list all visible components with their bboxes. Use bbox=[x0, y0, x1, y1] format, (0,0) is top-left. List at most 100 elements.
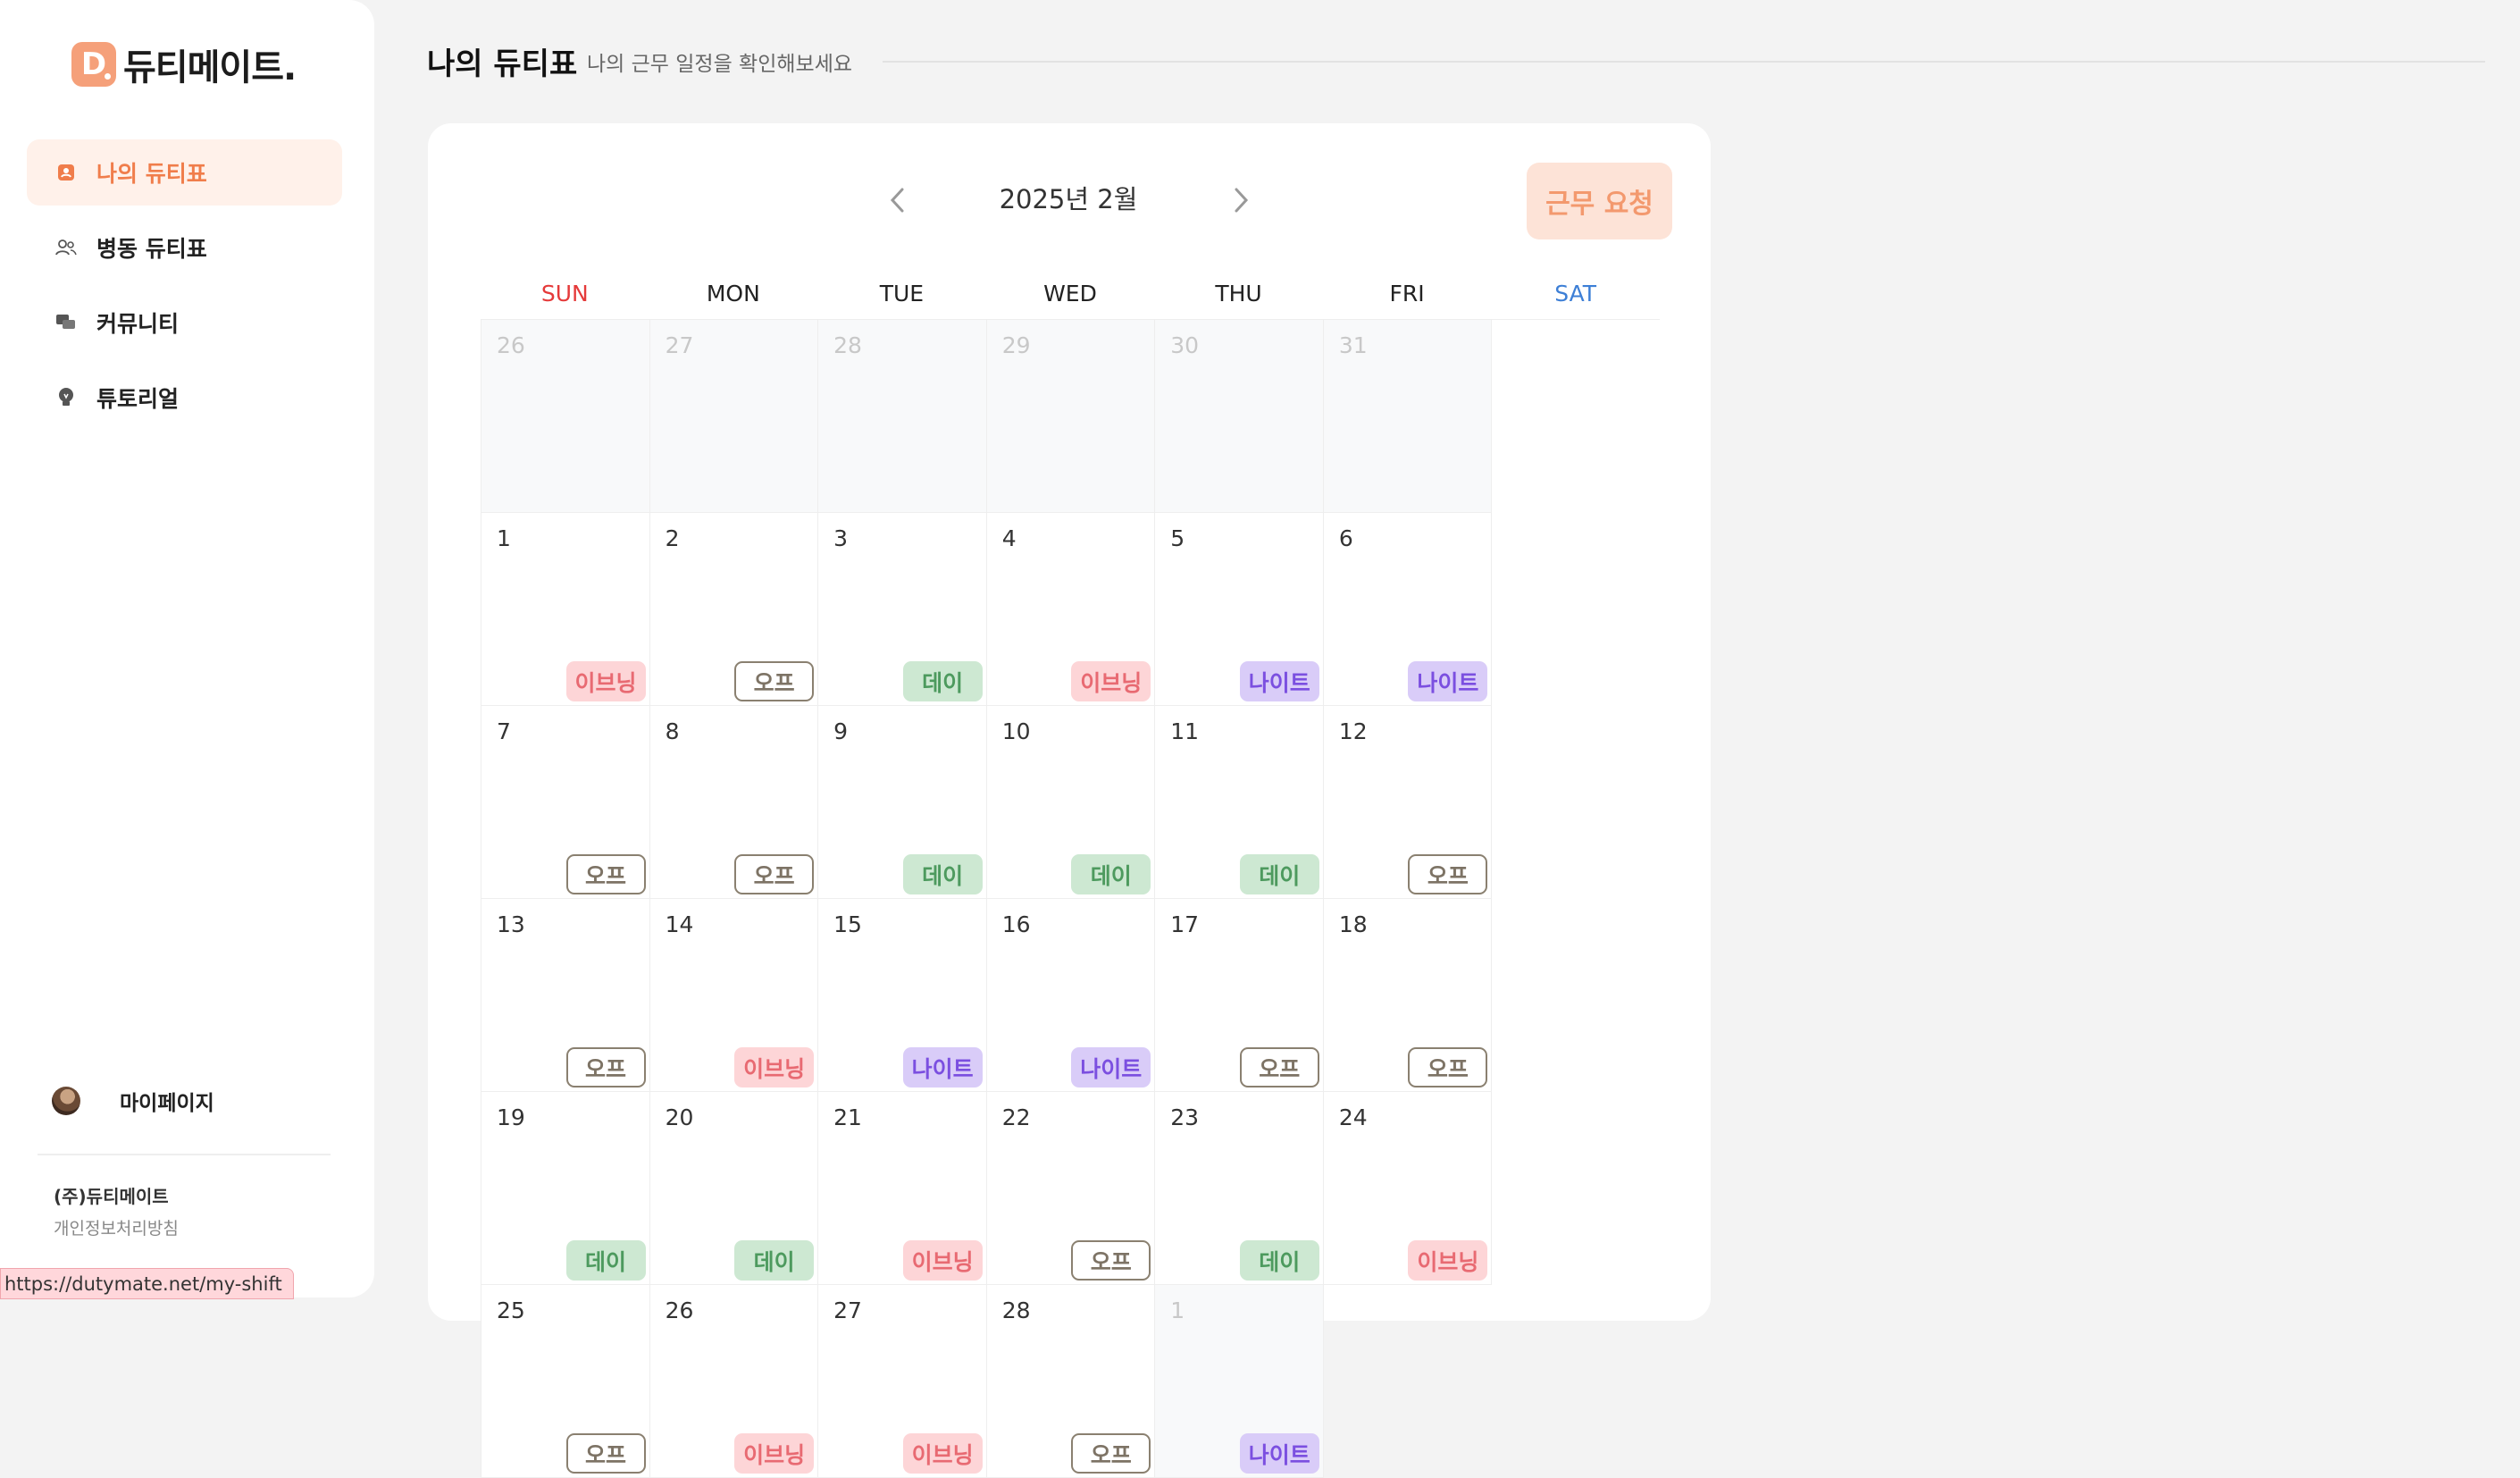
calendar-day-cell[interactable]: 19 데이 bbox=[481, 1092, 650, 1285]
day-number: 10 bbox=[1001, 718, 1031, 744]
calendar-day-cell[interactable]: 5 나이트 bbox=[1155, 513, 1324, 706]
shift-badge: 데이 bbox=[902, 854, 983, 894]
calendar-day-cell[interactable]: 24 이브닝 bbox=[1323, 1092, 1493, 1285]
nav-item-ward-duty[interactable]: 병동 듀티표 bbox=[27, 214, 342, 281]
shift-badge: 이브닝 bbox=[902, 1433, 983, 1474]
privacy-link[interactable]: 개인정보처리방침 bbox=[54, 1215, 179, 1239]
calendar-day-cell[interactable]: 26 bbox=[481, 320, 650, 513]
calendar-day-cell[interactable]: 14 이브닝 bbox=[649, 899, 819, 1092]
shift-badge: 나이트 bbox=[1239, 1433, 1319, 1474]
nav-label: 튜토리얼 bbox=[96, 386, 180, 412]
day-number: 1 bbox=[1170, 1297, 1185, 1323]
calendar-day-cell[interactable]: 15 나이트 bbox=[818, 899, 987, 1092]
avatar bbox=[52, 1087, 80, 1115]
prev-month-button[interactable] bbox=[883, 184, 910, 216]
page-subtitle: 나의 근무 일정을 확인해보세요 bbox=[587, 53, 853, 76]
shift-badge: 이브닝 bbox=[734, 1433, 815, 1474]
calendar-day-cell[interactable]: 1 나이트 bbox=[1155, 1285, 1324, 1478]
weekday-thu: THU bbox=[1215, 281, 1262, 307]
nav-item-my-duty[interactable]: 나의 듀티표 bbox=[27, 139, 342, 206]
shift-badge: 오프 bbox=[734, 854, 815, 894]
calendar-day-cell[interactable]: 20 데이 bbox=[649, 1092, 819, 1285]
calendar-day-cell[interactable]: 18 오프 bbox=[1323, 899, 1493, 1092]
calendar-day-cell[interactable]: 8 오프 bbox=[649, 706, 819, 899]
shift-badge: 나이트 bbox=[1071, 1047, 1151, 1088]
day-number: 8 bbox=[665, 718, 680, 744]
calendar: SUN MON TUE WED THU FRI SAT 26 27 28 29 30 31… bbox=[481, 279, 1660, 1478]
shift-request-button[interactable]: 근무 요청 bbox=[1527, 163, 1672, 239]
weekday-mon: MON bbox=[706, 281, 760, 307]
calendar-day-cell[interactable]: 10 데이 bbox=[986, 706, 1156, 899]
shift-badge: 데이 bbox=[734, 1240, 815, 1281]
calendar-day-cell[interactable]: 26 이브닝 bbox=[649, 1285, 819, 1478]
day-number: 13 bbox=[497, 911, 525, 937]
day-number: 21 bbox=[833, 1104, 862, 1130]
calendar-day-cell[interactable]: 23 데이 bbox=[1155, 1092, 1324, 1285]
day-number: 7 bbox=[497, 718, 511, 744]
shift-badge: 나이트 bbox=[902, 1047, 983, 1088]
calendar-day-cell[interactable]: 31 bbox=[1323, 320, 1493, 513]
calendar-day-cell[interactable]: 27 이브닝 bbox=[818, 1285, 987, 1478]
nav-item-community[interactable]: 커뮤니티 bbox=[27, 290, 342, 356]
day-number: 23 bbox=[1170, 1104, 1200, 1130]
shift-badge: 나이트 bbox=[1239, 661, 1319, 701]
calendar-day-cell[interactable]: 9 데이 bbox=[818, 706, 987, 899]
sidebar-nav: 나의 듀티표 병동 듀티표 커뮤니티 튜토리얼 bbox=[27, 139, 342, 440]
day-number: 6 bbox=[1338, 525, 1353, 551]
calendar-day-cell[interactable]: 29 bbox=[986, 320, 1156, 513]
shift-badge: 오프 bbox=[734, 661, 815, 701]
calendar-day-cell[interactable]: 13 오프 bbox=[481, 899, 650, 1092]
calendar-day-cell[interactable]: 17 오프 bbox=[1155, 899, 1324, 1092]
shift-badge: 데이 bbox=[565, 1240, 646, 1281]
day-number: 4 bbox=[1001, 525, 1017, 551]
calendar-day-cell[interactable]: 30 bbox=[1155, 320, 1324, 513]
day-number: 9 bbox=[833, 718, 849, 744]
day-number: 11 bbox=[1170, 718, 1200, 744]
logo[interactable]: D 듀티메이트. bbox=[71, 41, 297, 88]
calendar-day-cell[interactable]: 21 이브닝 bbox=[818, 1092, 987, 1285]
calendar-day-cell[interactable]: 1 이브닝 bbox=[481, 513, 650, 706]
nav-label: 나의 듀티표 bbox=[96, 161, 207, 187]
calendar-day-cell[interactable]: 11 데이 bbox=[1155, 706, 1324, 899]
day-number: 19 bbox=[497, 1104, 525, 1130]
calendar-day-cell[interactable]: 22 오프 bbox=[986, 1092, 1156, 1285]
day-number: 31 bbox=[1338, 332, 1368, 358]
title-divider bbox=[883, 61, 2485, 63]
calendar-day-cell[interactable]: 7 오프 bbox=[481, 706, 650, 899]
shift-badge: 오프 bbox=[1071, 1240, 1151, 1281]
shift-badge: 데이 bbox=[1239, 854, 1319, 894]
company-name: (주)듀티메이트 bbox=[54, 1186, 169, 1207]
nav-item-tutorial[interactable]: 튜토리얼 bbox=[27, 365, 342, 431]
weekday-header: SUN MON TUE WED THU FRI SAT bbox=[481, 279, 1660, 319]
day-number: 15 bbox=[833, 911, 862, 937]
calendar-day-cell[interactable]: 4 이브닝 bbox=[986, 513, 1156, 706]
calendar-day-cell[interactable]: 2 오프 bbox=[649, 513, 819, 706]
mypage-link[interactable]: 마이페이지 bbox=[52, 1083, 214, 1119]
calendar-day-cell[interactable]: 28 오프 bbox=[986, 1285, 1156, 1478]
day-number: 26 bbox=[497, 332, 525, 358]
month-label: 2025년 2월 bbox=[999, 184, 1138, 214]
day-number: 2 bbox=[665, 525, 680, 551]
shift-badge: 오프 bbox=[565, 854, 646, 894]
calendar-day-cell[interactable]: 3 데이 bbox=[818, 513, 987, 706]
shift-badge: 데이 bbox=[1071, 854, 1151, 894]
nav-label: 커뮤니티 bbox=[96, 311, 180, 337]
shift-badge: 데이 bbox=[1239, 1240, 1319, 1281]
calendar-day-cell[interactable]: 12 오프 bbox=[1323, 706, 1493, 899]
calendar-day-cell[interactable]: 28 bbox=[818, 320, 987, 513]
next-month-button[interactable] bbox=[1228, 184, 1255, 216]
logo-mark: D bbox=[71, 42, 116, 87]
calendar-day-cell[interactable]: 27 bbox=[649, 320, 819, 513]
calendar-day-cell[interactable]: 25 오프 bbox=[481, 1285, 650, 1478]
shift-badge: 오프 bbox=[565, 1047, 646, 1088]
day-number: 25 bbox=[497, 1297, 525, 1323]
shift-badge: 나이트 bbox=[1408, 661, 1488, 701]
shift-badge: 오프 bbox=[565, 1433, 646, 1474]
shift-badge: 오프 bbox=[1239, 1047, 1319, 1088]
weekday-tue: TUE bbox=[879, 281, 925, 307]
calendar-day-cell[interactable]: 16 나이트 bbox=[986, 899, 1156, 1092]
calendar-day-cell[interactable]: 6 나이트 bbox=[1323, 513, 1493, 706]
day-number: 12 bbox=[1338, 718, 1368, 744]
weekday-sun: SUN bbox=[540, 281, 589, 307]
day-number: 18 bbox=[1338, 911, 1368, 937]
